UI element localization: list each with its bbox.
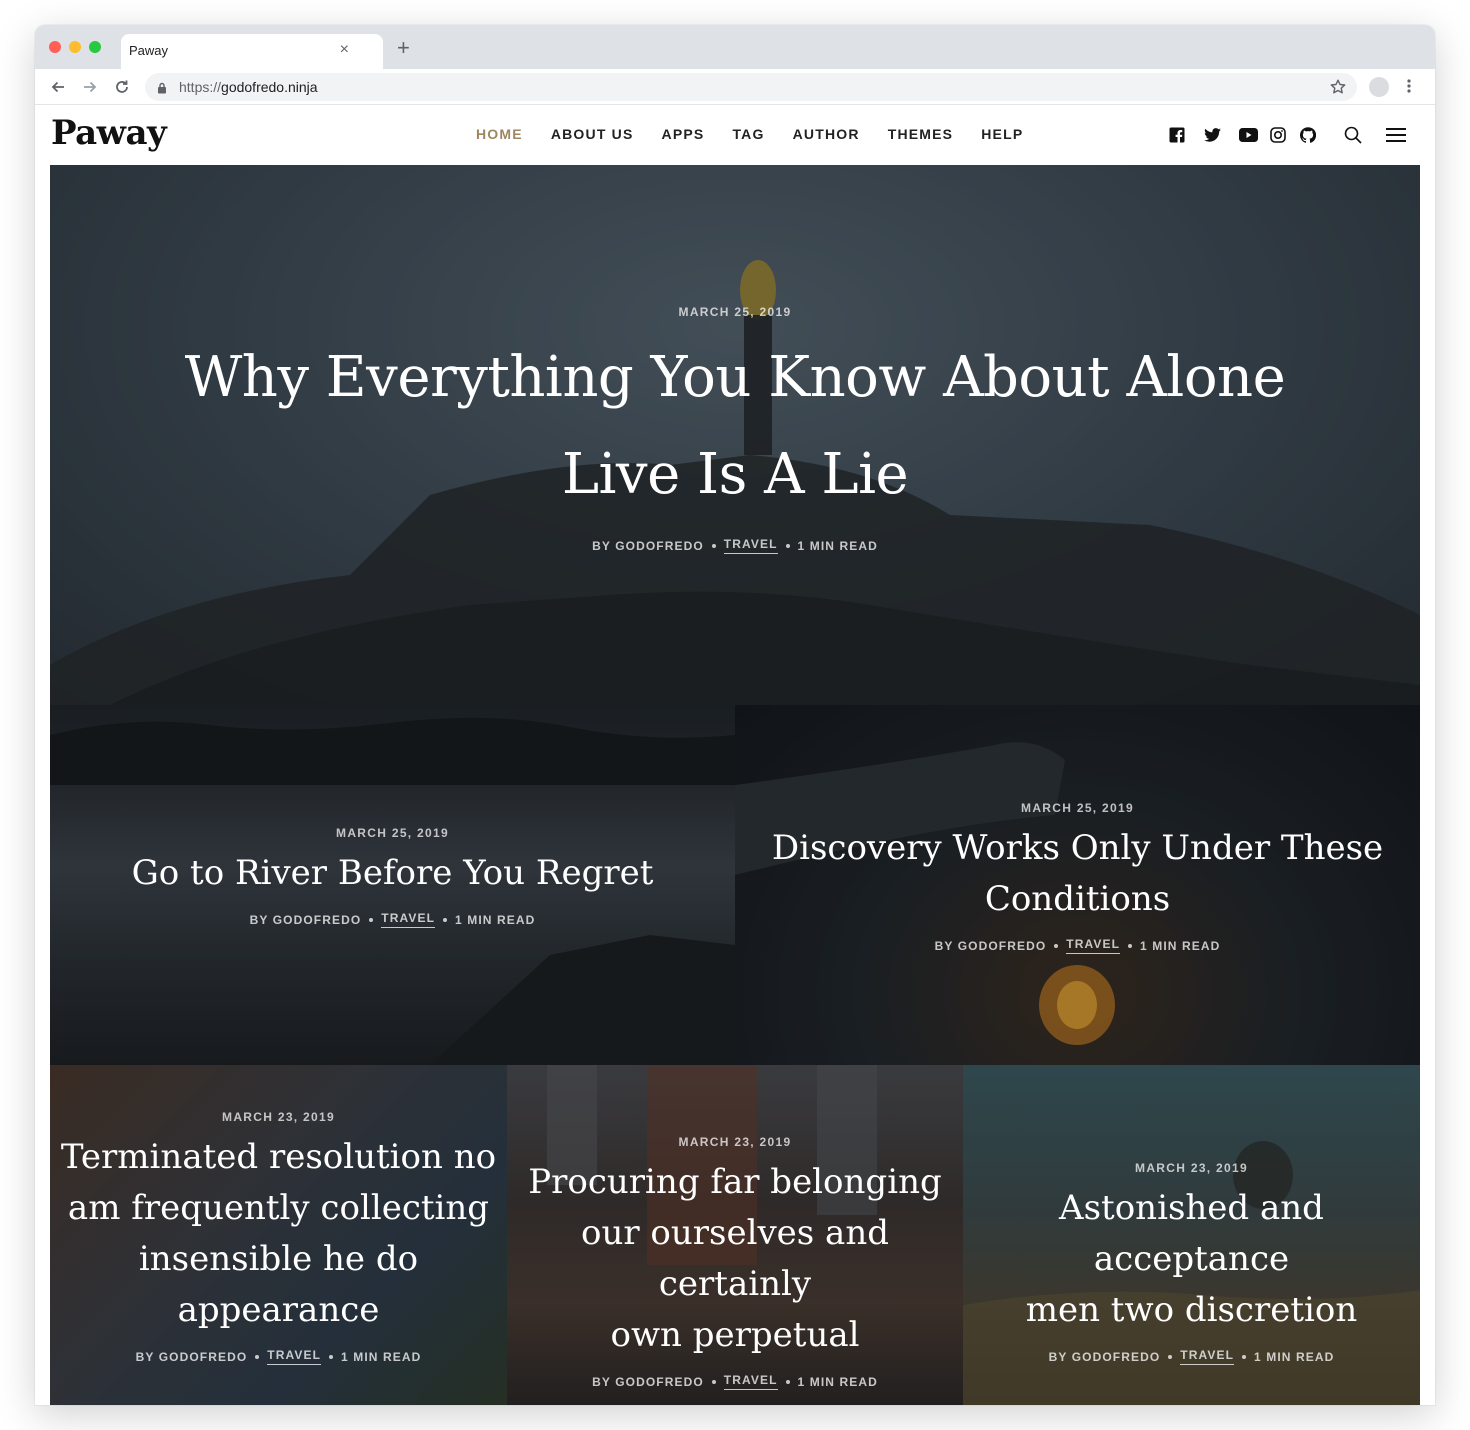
nav-home[interactable]: HOME	[476, 126, 523, 142]
post-title[interactable]: Go to River Before You Regret	[50, 848, 735, 899]
post-card[interactable]: MARCH 23, 2019 Astonished and acceptance…	[963, 1065, 1420, 1405]
reload-icon	[116, 80, 128, 93]
post-tag[interactable]: TRAVEL	[723, 537, 778, 554]
post-tag[interactable]: TRAVEL	[1066, 937, 1121, 954]
lock-icon	[157, 81, 167, 99]
post-date: MARCH 23, 2019	[222, 1110, 335, 1124]
search-icon[interactable]	[1344, 126, 1362, 144]
post-card[interactable]: MARCH 25, 2019 Go to River Before You Re…	[50, 705, 735, 1065]
post-date: MARCH 23, 2019	[678, 1135, 792, 1149]
post-title[interactable]: Astonished and acceptance men two discre…	[963, 1183, 1420, 1336]
post-tag[interactable]: TRAVEL	[723, 1373, 778, 1390]
youtube-icon[interactable]	[1238, 126, 1258, 144]
browser-menu-icon[interactable]	[1407, 77, 1411, 100]
post-meta: BY GODOFREDO TRAVEL 1 MIN READ	[50, 911, 735, 928]
post-read-time: 1 MIN READ	[797, 1374, 878, 1389]
post-card[interactable]: MARCH 23, 2019 Procuring far belonging o…	[507, 1065, 963, 1405]
featured-post-card[interactable]: MARCH 25, 2019 Why Everything You Know A…	[50, 165, 1420, 705]
post-read-time: 1 MIN READ	[797, 538, 878, 553]
post-meta: BY GODOFREDO TRAVEL 1 MIN READ	[735, 937, 1420, 954]
browser-window: Paway × + https://godofredo.ninja Paway …	[35, 25, 1435, 1405]
minimize-window-button[interactable]	[69, 41, 81, 53]
post-meta: BY GODOFREDO TRAVEL 1 MIN READ	[507, 1373, 963, 1390]
reload-button[interactable]	[111, 76, 133, 98]
browser-tab[interactable]: Paway ×	[121, 34, 383, 69]
post-author[interactable]: BY GODOFREDO	[1049, 1350, 1161, 1364]
browser-toolbar: https://godofredo.ninja	[35, 69, 1435, 105]
post-title[interactable]: Why Everything You Know About Alone Live…	[50, 329, 1420, 523]
post-title[interactable]: Terminated resolution no am frequently c…	[50, 1132, 507, 1336]
hamburger-menu-icon[interactable]	[1385, 126, 1407, 144]
nav-apps[interactable]: APPS	[662, 126, 705, 142]
facebook-icon[interactable]	[1168, 126, 1186, 144]
bookmark-star-icon[interactable]	[1329, 78, 1347, 101]
post-meta: BY GODOFREDO TRAVEL 1 MIN READ	[50, 1348, 507, 1365]
post-date: MARCH 25, 2019	[678, 305, 792, 319]
address-bar[interactable]: https://godofredo.ninja	[145, 73, 1357, 101]
nav-tag[interactable]: TAG	[732, 126, 764, 142]
post-title[interactable]: Discovery Works Only Under These Conditi…	[735, 823, 1420, 925]
post-tag[interactable]: TRAVEL	[267, 1348, 322, 1365]
new-tab-button[interactable]: +	[397, 36, 410, 60]
post-date: MARCH 23, 2019	[1135, 1161, 1248, 1175]
arrow-left-icon	[51, 81, 64, 93]
post-author[interactable]: BY GODOFREDO	[250, 913, 362, 927]
url-text: https://godofredo.ninja	[179, 79, 318, 95]
post-read-time: 1 MIN READ	[1140, 938, 1221, 953]
arrow-right-icon	[84, 81, 97, 93]
maximize-window-button[interactable]	[89, 41, 101, 53]
post-author[interactable]: BY GODOFREDO	[592, 1375, 704, 1389]
github-icon[interactable]	[1299, 126, 1317, 144]
post-author[interactable]: BY GODOFREDO	[136, 1350, 248, 1364]
tab-bar: Paway × +	[35, 25, 1435, 69]
close-window-button[interactable]	[49, 41, 61, 53]
post-tag[interactable]: TRAVEL	[1180, 1348, 1235, 1365]
post-grid: MARCH 25, 2019 Why Everything You Know A…	[50, 165, 1420, 1405]
post-meta: BY GODOFREDO TRAVEL 1 MIN READ	[50, 537, 1420, 554]
twitter-icon[interactable]	[1203, 126, 1221, 144]
back-button[interactable]	[47, 76, 69, 98]
site-header: Paway HOME ABOUT US APPS TAG AUTHOR THEM…	[35, 105, 1435, 165]
post-read-time: 1 MIN READ	[1254, 1349, 1335, 1364]
post-read-time: 1 MIN READ	[455, 912, 536, 927]
post-title[interactable]: Procuring far belonging our ourselves an…	[507, 1157, 963, 1361]
post-author[interactable]: BY GODOFREDO	[592, 539, 704, 553]
profile-avatar[interactable]	[1369, 77, 1389, 97]
nav-author[interactable]: AUTHOR	[793, 126, 860, 142]
tab-title: Paway	[129, 43, 169, 58]
post-card[interactable]: MARCH 25, 2019 Discovery Works Only Unde…	[735, 705, 1420, 1065]
main-nav: HOME ABOUT US APPS TAG AUTHOR THEMES HEL…	[476, 126, 1023, 142]
post-date: MARCH 25, 2019	[1021, 801, 1134, 815]
nav-themes[interactable]: THEMES	[888, 126, 954, 142]
tab-close-icon[interactable]: ×	[340, 40, 349, 60]
nav-help[interactable]: HELP	[981, 126, 1023, 142]
post-meta: BY GODOFREDO TRAVEL 1 MIN READ	[963, 1348, 1420, 1365]
post-card[interactable]: MARCH 23, 2019 Terminated resolution no …	[50, 1065, 507, 1405]
instagram-icon[interactable]	[1269, 126, 1287, 144]
forward-button[interactable]	[79, 76, 101, 98]
post-tag[interactable]: TRAVEL	[381, 911, 436, 928]
nav-about-us[interactable]: ABOUT US	[551, 126, 634, 142]
post-read-time: 1 MIN READ	[341, 1349, 422, 1364]
post-date: MARCH 25, 2019	[336, 826, 449, 840]
post-author[interactable]: BY GODOFREDO	[935, 939, 1047, 953]
site-logo[interactable]: Paway	[51, 113, 167, 153]
